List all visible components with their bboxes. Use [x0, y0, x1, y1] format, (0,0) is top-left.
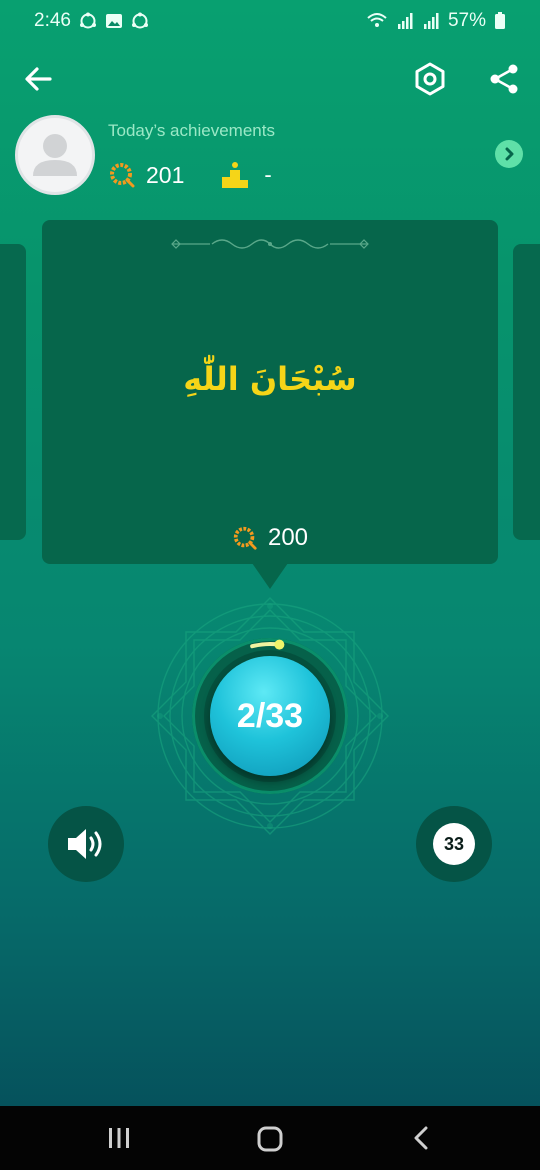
arrow-left-icon[interactable]	[20, 61, 56, 97]
back-icon[interactable]	[410, 1126, 434, 1150]
achievements-next-button[interactable]	[495, 140, 523, 168]
settings-icon[interactable]	[412, 61, 448, 97]
next-dhikr-card[interactable]	[513, 244, 540, 540]
tasbih-count: 201	[146, 161, 185, 188]
dhikr-arabic-text: سُبْحَانَ اللّٰهِ	[183, 360, 357, 398]
achievements-stats: 201 -	[108, 160, 272, 190]
tasbih-beads-icon	[233, 526, 257, 550]
gallery-icon	[105, 14, 122, 28]
achievements-panel: Today’s achievements 201 -	[15, 115, 525, 195]
tasbih-beads-icon	[110, 163, 135, 188]
sound-toggle-button[interactable]	[48, 806, 124, 882]
target-count-button[interactable]: 33	[416, 806, 492, 882]
podium-icon	[222, 162, 249, 188]
status-time: 2:46	[34, 10, 71, 31]
avatar[interactable]	[15, 115, 95, 195]
card-pointer	[252, 563, 288, 589]
tap-counter-button[interactable]: 2/33	[210, 656, 330, 776]
dhikr-count-row: 200	[42, 524, 498, 552]
top-bar	[0, 55, 540, 103]
counter-area: 2/33	[150, 596, 390, 836]
sync-icon	[79, 12, 96, 29]
status-bar: 2:46 57%	[0, 0, 540, 42]
user-placeholder-icon	[33, 134, 77, 176]
previous-dhikr-card[interactable]	[0, 244, 26, 540]
wifi-icon	[367, 13, 387, 27]
rank-value: -	[264, 162, 272, 187]
chevron-right-icon	[505, 147, 514, 161]
dhikr-count: 200	[267, 524, 309, 551]
ornament-divider	[171, 239, 369, 249]
signal-icon	[423, 13, 439, 29]
battery-icon	[495, 12, 505, 29]
home-icon[interactable]	[256, 1126, 284, 1152]
sync-icon	[131, 12, 148, 29]
status-left: 2:46	[34, 10, 149, 32]
speaker-icon	[68, 829, 102, 859]
target-count: 33	[433, 823, 475, 865]
system-nav-bar	[0, 1106, 540, 1170]
status-right: 57%	[366, 10, 506, 32]
battery-percent: 57%	[447, 10, 486, 31]
achievements-title: Today’s achievements	[108, 121, 275, 140]
recent-apps-icon[interactable]	[107, 1126, 131, 1150]
share-icon[interactable]	[486, 61, 522, 97]
dhikr-card[interactable]: سُبْحَانَ اللّٰهِ 200	[42, 220, 498, 564]
signal-icon	[397, 13, 413, 29]
